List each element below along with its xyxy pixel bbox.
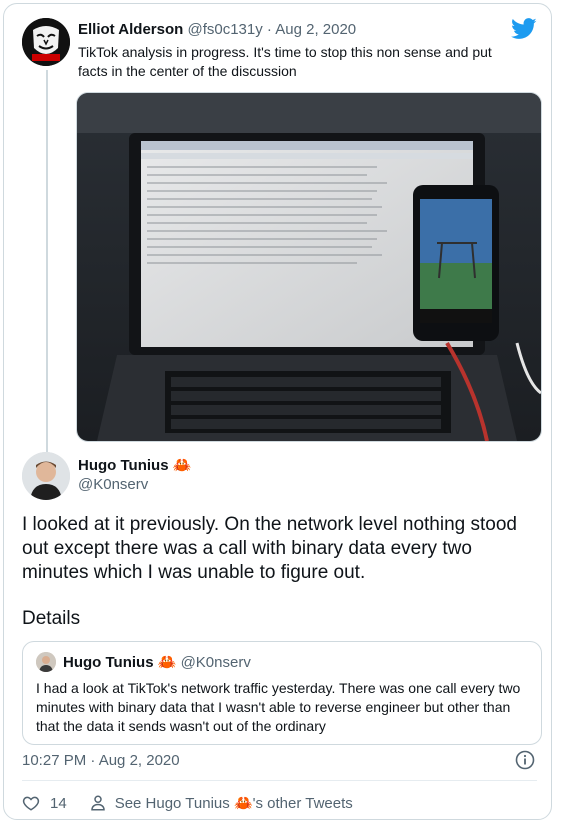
see-other-tweets-link[interactable]: See Hugo Tunius 🦀's other Tweets [89,794,353,812]
crab-emoji: 🦀 [172,457,192,474]
author-avatar[interactable] [22,452,70,500]
like-button[interactable]: 14 [22,794,89,812]
tweet-actions: 14 See Hugo Tunius 🦀's other Tweets [22,792,353,814]
author-handle[interactable]: @K0nserv [78,476,148,493]
info-icon[interactable] [515,750,535,770]
parent-author-handle[interactable]: @fs0c131y [187,21,262,38]
quoted-header: Hugo Tunius 🦀 @K0nserv [63,653,251,671]
see-suffix: 's other Tweets [252,795,353,812]
quoted-tweet-text: I had a look at TikTok's network traffic… [36,680,521,734]
thread-connector-line [46,70,48,452]
author-name[interactable]: Hugo Tunius [78,457,169,474]
quoted-author-name: Hugo Tunius [63,654,154,671]
person-photo-icon [22,452,70,500]
parent-author-name[interactable]: Elliot Alderson [78,21,183,38]
parent-avatar[interactable] [22,18,70,66]
like-count: 14 [50,794,67,812]
parent-date[interactable]: Aug 2, 2020 [275,21,356,38]
see-prefix: See Hugo Tunius [114,795,230,812]
header-separator: · [266,21,272,38]
tweet-timestamp[interactable]: 10:27 PM · Aug 2, 2020 [22,752,180,769]
laptop-phone-photo [77,93,541,441]
quoted-author-handle: @K0nserv [180,654,251,671]
twitter-bird-icon[interactable] [511,18,537,40]
tweet-body: I looked at it previously. On the networ… [22,514,517,583]
tweet-embed-card: Elliot Alderson @fs0c131y · Aug 2, 2020 … [3,3,552,820]
crab-emoji: 🦀 [157,654,177,671]
person-photo-icon [36,652,56,672]
mask-logo-icon [22,18,70,66]
quoted-tweet[interactable]: Hugo Tunius 🦀 @K0nserv I had a look at T… [22,641,542,745]
heart-icon [22,796,40,811]
parent-header: Elliot Alderson @fs0c131y · Aug 2, 2020 [78,21,356,38]
quoted-avatar [36,652,56,672]
details-link[interactable]: Details [22,608,80,630]
divider [22,780,537,781]
author-name-row: Hugo Tunius 🦀 [78,456,191,474]
crab-emoji: 🦀 [233,795,253,812]
person-icon [90,795,105,811]
tweet-photo[interactable] [76,92,542,442]
parent-tweet-text: TikTok analysis in progress. It's time t… [78,44,492,79]
see-other-tweets-label: See Hugo Tunius 🦀's other Tweets [115,794,353,812]
